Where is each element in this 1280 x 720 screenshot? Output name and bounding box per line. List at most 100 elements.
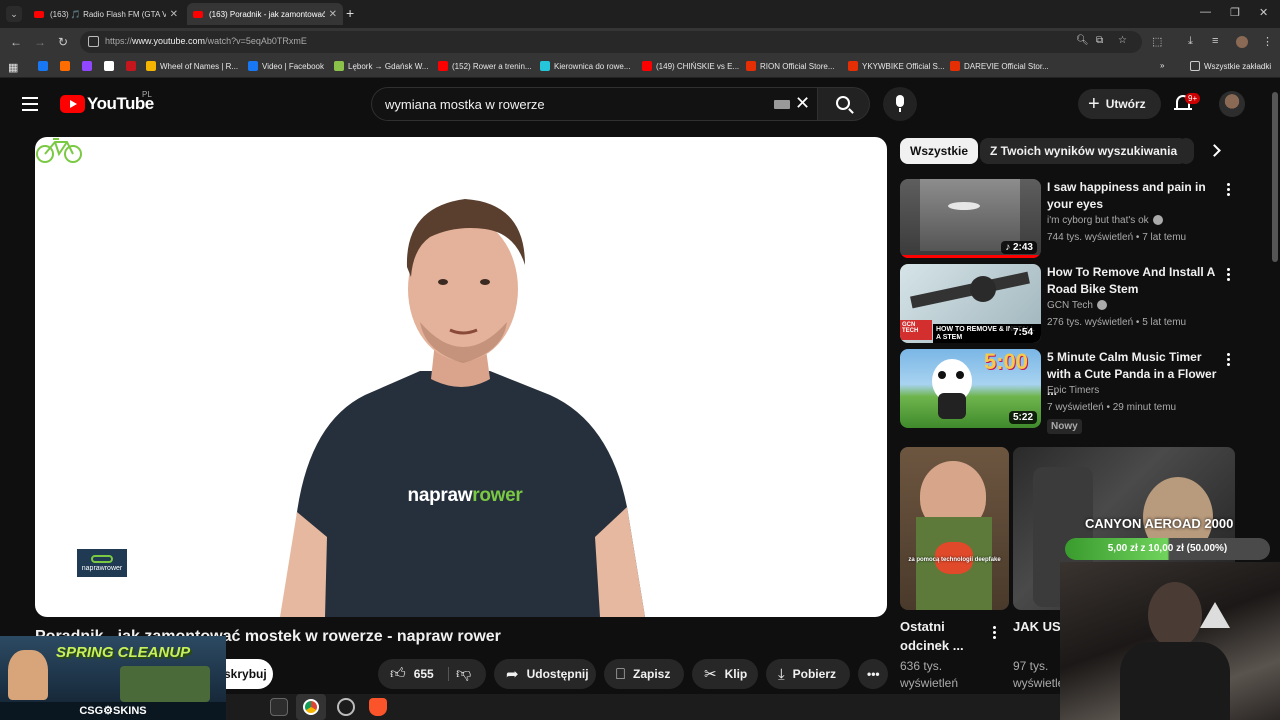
avatar[interactable] <box>1219 91 1245 117</box>
brave-icon[interactable] <box>369 698 387 716</box>
bookmark-label: Wheel of Names | R... <box>160 61 239 71</box>
list-item[interactable]: GCN TECH HOW TO REMOVE & INSTALL A STEM 7… <box>900 264 1240 344</box>
forward-icon[interactable]: → <box>34 35 46 49</box>
more-options-icon[interactable] <box>1227 183 1231 198</box>
bookmark-label: (149) CHIŃSKIE vs E... <box>656 61 740 71</box>
chevron-right-icon[interactable] <box>1208 144 1221 157</box>
new-badge: Nowy <box>1047 419 1082 434</box>
webcam-overlay <box>1060 562 1280 720</box>
restore-icon[interactable]: ❐ <box>1230 6 1240 19</box>
thumbs-down-icon[interactable]: 👎︎ <box>456 665 471 683</box>
bookmark-item[interactable]: Video | Facebook <box>248 61 324 71</box>
video-title[interactable]: I saw happiness and pain in your eyes <box>1047 179 1222 213</box>
bookmark-item[interactable] <box>82 61 96 71</box>
video-title[interactable]: How To Remove And Install A Road Bike St… <box>1047 264 1222 298</box>
more-options-icon[interactable] <box>993 626 997 639</box>
list-item[interactable]: ♪ 2:43 I saw happiness and pain in your … <box>900 179 1240 259</box>
reload-icon[interactable]: ↻ <box>58 35 68 49</box>
youtube-logo[interactable]: YouTube PL <box>60 90 154 114</box>
goal-progress-bar: 5,00 zł z 10,00 zł (50.00%) <box>1065 538 1270 560</box>
zoom-icon[interactable]: 🔍︎ <box>1076 35 1089 46</box>
new-tab-button[interactable]: + <box>346 5 354 21</box>
save-button[interactable]: ⎕ Zapisz <box>604 659 684 689</box>
notifications-badge: 9+ <box>1185 93 1201 104</box>
chip-all[interactable]: Wszystkie <box>900 138 979 164</box>
more-horiz-icon: ••• <box>867 667 880 681</box>
browser-tab-radio[interactable]: (163) 🎵 Radio Flash FM (GTA V ✕ <box>28 3 184 25</box>
bookmark-item[interactable]: Lębork → Gdańsk W... <box>334 61 428 71</box>
country-code: PL <box>142 90 152 99</box>
create-button[interactable]: + Utwórz <box>1078 89 1161 119</box>
bookmark-item[interactable]: Kierownica do rowe... <box>540 61 630 71</box>
bookmark-item[interactable]: YKYWBIKE Official S... <box>848 61 945 71</box>
bookmark-item[interactable]: RION Official Store... <box>746 61 835 71</box>
obs-icon[interactable] <box>337 698 355 716</box>
all-bookmarks-folder[interactable]: Wszystkie zakładki <box>1190 61 1271 71</box>
search-input[interactable]: wymiana mostka w rowerze ✕ <box>371 87 818 121</box>
bookmark-label: (152) Rower a trenin... <box>452 61 532 71</box>
guide-menu-icon[interactable] <box>22 97 38 115</box>
channel-name[interactable]: Epic Timers <box>1047 385 1099 396</box>
twitch-icon <box>82 61 92 71</box>
site-info-icon[interactable] <box>88 36 99 47</box>
address-bar[interactable]: https://www.youtube.com/watch?v=5eqAb0TR… <box>80 31 1142 53</box>
apps-grid-icon[interactable]: ▦ <box>8 61 18 74</box>
more-bookmarks-icon[interactable]: » <box>1160 61 1164 70</box>
search-button[interactable] <box>818 87 870 121</box>
bookmark-item[interactable]: DAREVIE Official Stor... <box>950 61 1049 71</box>
download-icon[interactable]: ⤓ <box>1188 35 1193 48</box>
bookmark-item[interactable]: (152) Rower a trenin... <box>438 61 532 71</box>
more-options-icon[interactable] <box>1227 268 1231 283</box>
presenter-illustration <box>280 199 645 617</box>
bookmark-item[interactable]: Wheel of Names | R... <box>146 61 238 71</box>
keyboard-icon[interactable] <box>774 100 790 109</box>
bookmark-label: RION Official Store... <box>760 61 835 71</box>
profile-avatar[interactable] <box>1236 36 1248 48</box>
like-button[interactable]: 👍︎ 655 👎︎ <box>378 659 486 689</box>
bookmark-item[interactable] <box>38 61 52 71</box>
terminal-icon[interactable] <box>270 698 288 716</box>
facebook-icon <box>248 61 258 71</box>
close-window-icon[interactable]: ✕ <box>1259 6 1268 19</box>
bookmark-star-icon[interactable]: ☆ <box>1118 35 1127 46</box>
aliexpress-icon <box>950 61 960 71</box>
bookmark-item[interactable]: (149) CHIŃSKIE vs E... <box>642 61 739 71</box>
short-thumbnail[interactable]: za pomocą technologii deepfake <box>900 447 1009 610</box>
back-icon[interactable]: ← <box>10 35 22 49</box>
page-scrollbar[interactable] <box>1272 92 1278 262</box>
more-options-icon[interactable] <box>1227 353 1231 368</box>
download-button[interactable]: ⤓ Pobierz <box>766 659 850 689</box>
voice-search-button[interactable] <box>883 87 917 121</box>
chip-more[interactable] <box>1178 138 1194 164</box>
channel-watermark[interactable]: naprawrower <box>77 549 127 577</box>
reading-list-icon[interactable]: ≡ <box>1212 35 1218 47</box>
video-player[interactable]: naprawrower naprawrower <box>35 137 887 617</box>
minimize-icon[interactable]: — <box>1200 6 1211 18</box>
menu-kebab-icon[interactable]: ⋮ <box>1262 35 1273 48</box>
browser-tab-active[interactable]: (163) Poradnik - jak zamontować ✕ <box>187 3 343 25</box>
bookmark-item[interactable] <box>60 61 74 71</box>
x-icon <box>104 61 114 71</box>
tab-search-button[interactable]: ⌄ <box>6 6 22 22</box>
video-thumbnail[interactable]: GCN TECH HOW TO REMOVE & INSTALL A STEM 7… <box>900 264 1041 343</box>
more-actions-button[interactable]: ••• <box>858 659 888 689</box>
install-app-icon[interactable]: ⧉ <box>1096 35 1103 46</box>
list-item[interactable]: 5:00 5:22 5 Minute Calm Music Timer with… <box>900 349 1240 434</box>
video-thumbnail[interactable]: ♪ 2:43 <box>900 179 1041 258</box>
search-icon <box>836 96 850 110</box>
share-button[interactable]: ➦ Udostępnij <box>494 659 596 689</box>
bookmark-item[interactable] <box>104 61 118 71</box>
channel-name[interactable]: GCN Tech <box>1047 300 1107 311</box>
clip-button[interactable]: ✂ Klip <box>692 659 758 689</box>
chrome-taskbar-button[interactable] <box>296 694 326 720</box>
extensions-icon[interactable]: ⬚ <box>1152 35 1162 48</box>
short-caption: za pomocą technologii deepfake <box>908 557 1001 563</box>
short-title[interactable]: Ostatni odcinek ... <box>900 617 990 655</box>
bookmark-item[interactable] <box>126 61 140 71</box>
clear-search-icon[interactable]: ✕ <box>795 93 810 114</box>
close-tab-icon[interactable]: ✕ <box>170 9 178 20</box>
chip-from-your-search[interactable]: Z Twoich wyników wyszukiwania <box>980 138 1188 164</box>
video-thumbnail[interactable]: 5:00 5:22 <box>900 349 1041 428</box>
channel-name[interactable]: i'm cyborg but that's ok <box>1047 215 1163 226</box>
close-tab-icon[interactable]: ✕ <box>329 9 337 20</box>
